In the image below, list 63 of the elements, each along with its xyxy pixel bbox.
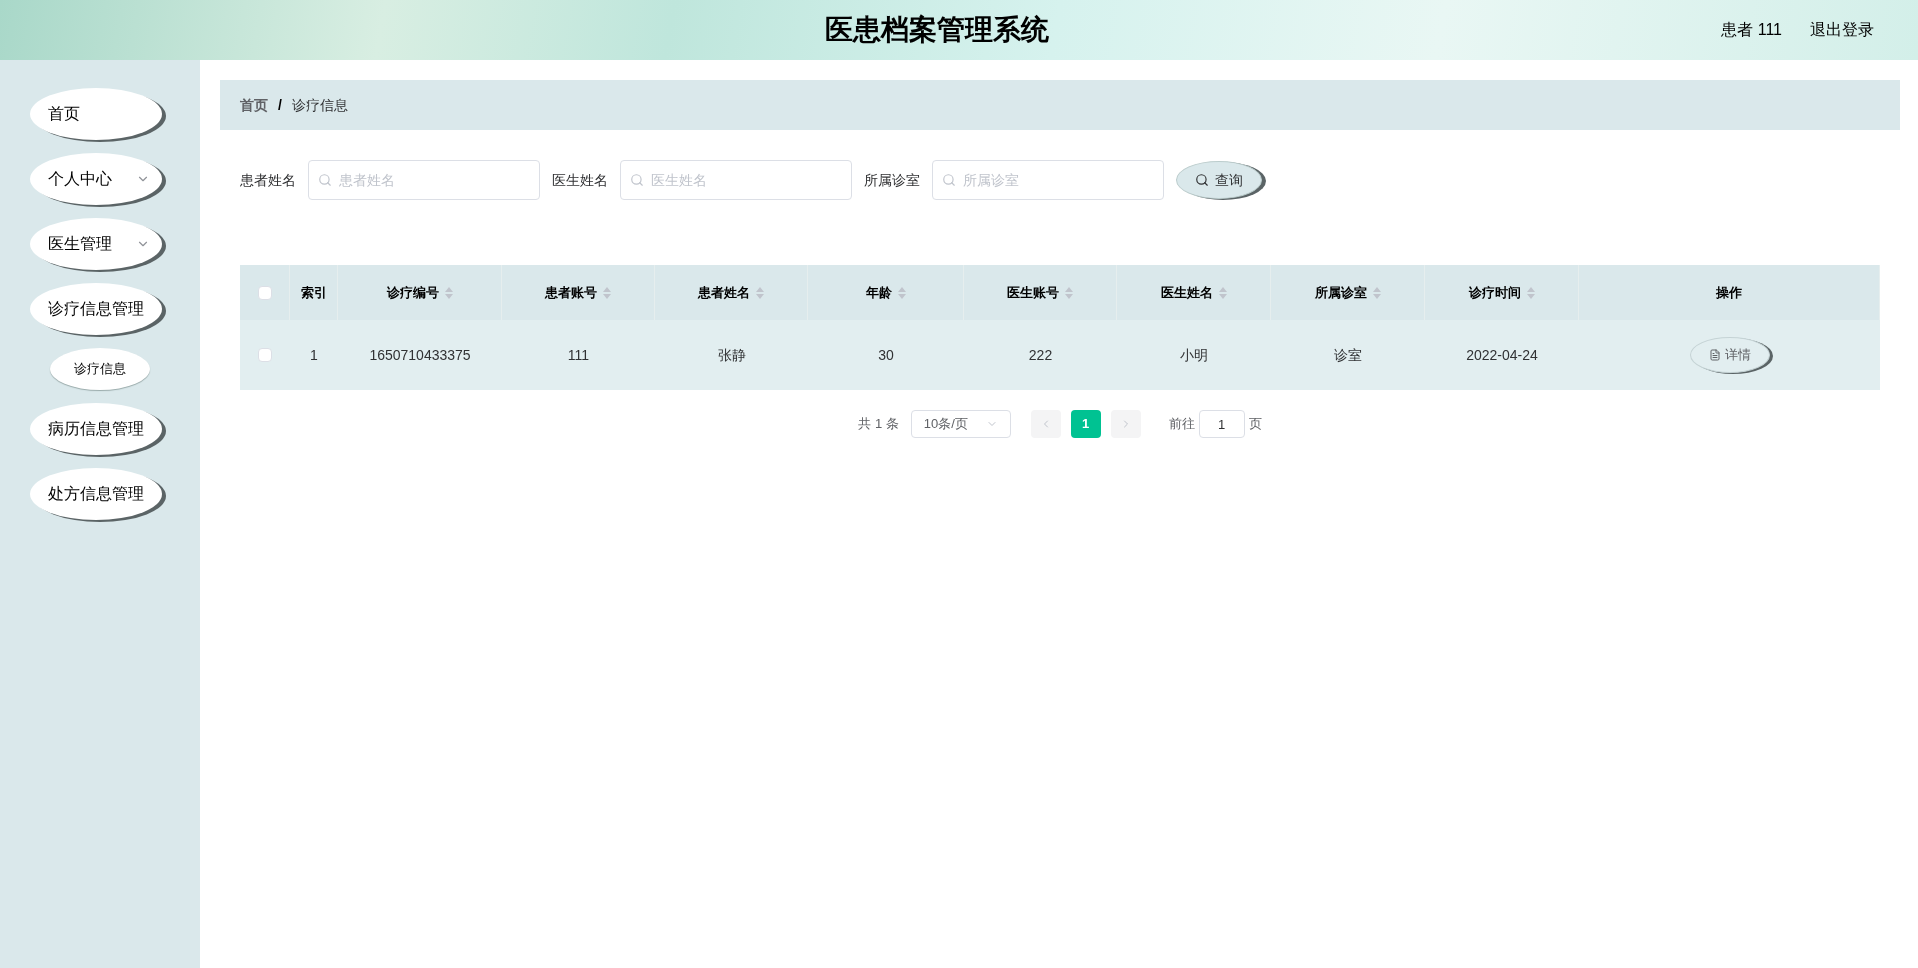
total-count: 共 1 条 (858, 415, 899, 434)
search-icon (942, 173, 956, 187)
sort-icon[interactable] (603, 286, 611, 299)
table-cell-text: 1650710433375 (369, 345, 471, 365)
column-header: 操作 (1716, 283, 1742, 302)
menu-item[interactable]: 个人中心 (30, 153, 162, 205)
column-header: 年龄 (865, 283, 892, 302)
checkbox[interactable] (257, 285, 272, 300)
column-header: 医生账号 (1007, 283, 1059, 302)
search-icon (1195, 173, 1209, 187)
input-field[interactable]: 医生姓名 (620, 160, 852, 200)
search-button[interactable]: 查询 (1176, 161, 1262, 199)
menu-item[interactable]: 首页 (30, 88, 162, 140)
menu-item[interactable]: 医生管理 (30, 218, 162, 270)
page-size-select[interactable]: 10条/页 (910, 410, 1011, 438)
table-cell-text: 诊室 (1334, 345, 1362, 365)
field-label: 医生姓名 (552, 170, 608, 190)
checkbox[interactable] (258, 348, 272, 362)
input-field[interactable]: 所属诊室 (932, 160, 1164, 200)
column-header: 患者姓名 (698, 283, 750, 302)
sort-icon[interactable] (444, 286, 453, 299)
menu-item[interactable]: 处方信息管理 (30, 468, 162, 520)
goto-suffix: 页 (1248, 415, 1262, 434)
search-icon (318, 173, 332, 187)
column-header: 医生姓名 (1160, 283, 1213, 302)
search-icon (630, 173, 644, 187)
sort-icon[interactable] (897, 286, 906, 299)
column-header: 诊疗编号 (386, 283, 439, 302)
table-cell-text: 小明 (1180, 345, 1208, 365)
app-title: 医患档案管理系统 (825, 13, 1049, 47)
details-button[interactable]: 详情 (1689, 337, 1770, 373)
menu-item[interactable]: 诊疗信息管理 (30, 283, 162, 335)
user-name: 患者 111 (1721, 20, 1782, 40)
table-cell-text: 222 (1028, 345, 1053, 365)
breadcrumb-separator: / (278, 95, 282, 115)
breadcrumb-link[interactable]: 首页 (240, 94, 268, 116)
sort-icon[interactable] (1372, 286, 1381, 299)
next-page-button[interactable] (1110, 410, 1141, 438)
goto-label: 前往 (1168, 415, 1195, 434)
field-label: 所属诊室 (864, 170, 920, 190)
table-cell-text: 张静 (717, 345, 746, 365)
column-header: 诊疗时间 (1468, 283, 1521, 302)
sort-icon[interactable] (1065, 286, 1073, 299)
breadcrumb-current: 诊疗信息 (291, 95, 348, 115)
menu-item[interactable]: 病历信息管理 (30, 403, 162, 455)
document-icon (1708, 349, 1721, 361)
column-header: 所属诊室 (1314, 283, 1367, 302)
sort-icon[interactable] (1526, 286, 1535, 299)
table-cell-text: 30 (878, 345, 894, 365)
sort-icon[interactable] (1218, 286, 1227, 299)
table-row[interactable]: 1 1650710433375 111 张静 30 222 小明 诊室 2022-04-24 详情 (240, 320, 1880, 390)
sort-icon[interactable] (756, 286, 764, 299)
table-cell-text: 1 (310, 345, 318, 365)
column-header: 索引 (300, 283, 327, 302)
input-field[interactable]: 患者姓名 (308, 160, 540, 200)
field-label: 患者姓名 (240, 170, 296, 190)
table-cell-text: 111 (567, 345, 590, 365)
page-input[interactable]: 1 (1198, 410, 1245, 438)
previous-page-button[interactable] (1030, 410, 1061, 438)
table-cell-text: 2022-04-24 (1466, 345, 1538, 365)
logout-link[interactable]: 退出登录 (1810, 18, 1874, 42)
column-header: 患者账号 (545, 283, 597, 302)
submenu-item[interactable]: 诊疗信息 (50, 348, 150, 390)
